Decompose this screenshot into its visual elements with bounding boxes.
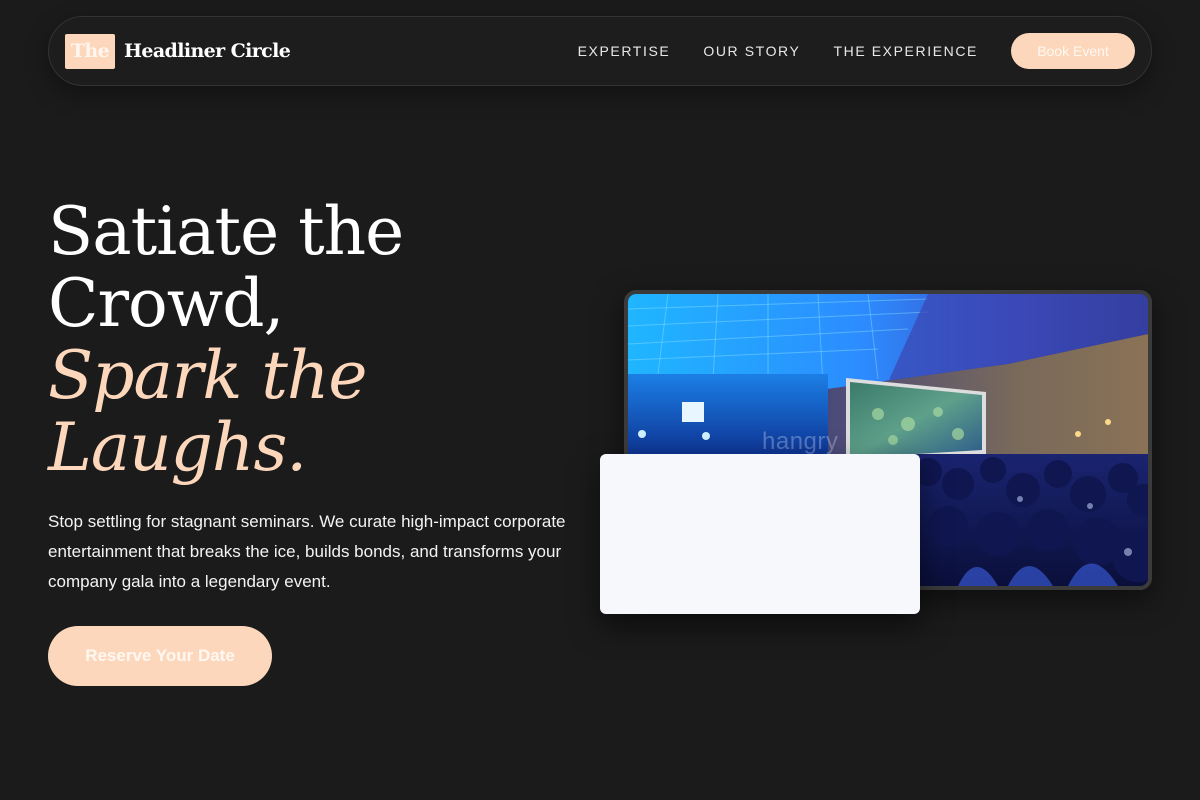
overlay-card — [600, 454, 920, 614]
photo-watermark: hangry — [762, 428, 839, 455]
hero-title-line-2: Crowd, — [48, 265, 285, 342]
nav-link-expertise[interactable]: EXPERTISE — [578, 43, 671, 59]
brand-logo[interactable]: The Headliner Circle — [65, 33, 291, 69]
hero-title: Satiate the Crowd, Spark the Laughs. — [48, 196, 568, 484]
book-event-button[interactable]: Book Event — [1011, 33, 1135, 69]
hero-title-accent-1: Spark the — [48, 337, 367, 414]
hero-title-line-1: Satiate the — [48, 193, 404, 270]
hero-description: Stop settling for stagnant seminars. We … — [48, 512, 566, 591]
nav-link-the-experience[interactable]: THE EXPERIENCE — [833, 43, 978, 59]
top-nav: The Headliner Circle EXPERTISE OUR STORY… — [48, 16, 1152, 86]
brand-badge: The — [65, 33, 115, 69]
reserve-date-button[interactable]: Reserve Your Date — [48, 626, 272, 686]
nav-links: EXPERTISE OUR STORY THE EXPERIENCE Book … — [578, 33, 1135, 69]
hero-title-accent-2: Laughs. — [48, 409, 307, 486]
brand-name: Headliner Circle — [124, 40, 291, 62]
nav-link-our-story[interactable]: OUR STORY — [703, 43, 800, 59]
